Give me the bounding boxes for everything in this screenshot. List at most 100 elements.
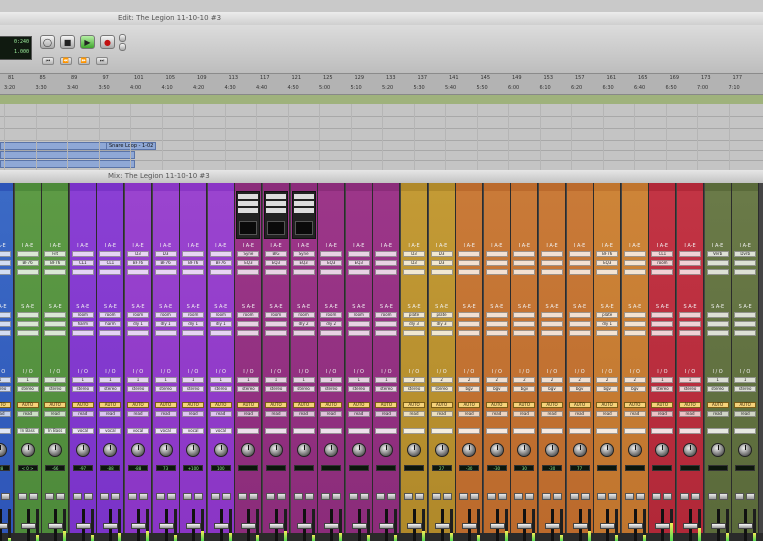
insert-slot[interactable]: D3 xyxy=(127,251,149,257)
send-slot[interactable] xyxy=(623,330,646,336)
send-slot[interactable]: harm xyxy=(99,321,122,327)
send-slot[interactable] xyxy=(651,321,674,327)
volume-fader[interactable] xyxy=(710,523,726,529)
send-slot[interactable] xyxy=(458,312,481,318)
solo-button[interactable] xyxy=(45,493,55,500)
channel-strip[interactable]: I A-E EQ3 S A-E room I / O 1 stereo AUTO read xyxy=(345,183,373,541)
insert-slot[interactable] xyxy=(706,260,729,266)
insert-slot[interactable] xyxy=(127,269,149,275)
send-slot[interactable] xyxy=(679,321,701,327)
pan-knob[interactable] xyxy=(738,443,753,457)
send-slot[interactable] xyxy=(320,330,343,336)
pan-knob[interactable] xyxy=(48,443,63,457)
track-color-bar[interactable] xyxy=(207,183,234,191)
volume-fader[interactable] xyxy=(269,523,284,529)
pan-knob[interactable] xyxy=(517,443,532,457)
insert-slot[interactable]: D3 xyxy=(403,251,425,257)
volume-fader[interactable] xyxy=(48,523,64,529)
insert-slot[interactable]: room xyxy=(651,260,674,266)
mute-button[interactable] xyxy=(111,493,121,500)
insert-slot[interactable] xyxy=(734,269,757,275)
send-slot[interactable] xyxy=(651,312,674,318)
fast-forward-button[interactable]: ⏩ xyxy=(78,57,90,65)
insert-slot[interactable]: BIG xyxy=(265,251,287,257)
go-to-end-button[interactable]: ⏭ xyxy=(96,57,108,65)
insert-slot[interactable] xyxy=(347,269,370,275)
track-color-bar[interactable] xyxy=(318,183,345,191)
solo-button[interactable] xyxy=(404,493,413,500)
send-slot[interactable]: dly 1 xyxy=(182,321,205,327)
input-selector[interactable]: 1 xyxy=(44,377,67,383)
channel-strip[interactable]: I A-E S A-E I / O 2 bgv AUTO read -30 xyxy=(539,183,566,541)
automation-mode-selector[interactable]: read xyxy=(320,411,343,417)
output-selector[interactable]: stereo xyxy=(127,386,149,392)
insert-slot[interactable] xyxy=(623,269,646,275)
insert-slot[interactable]: BF76 xyxy=(209,260,232,266)
track-color-bar[interactable] xyxy=(401,183,427,191)
output-selector[interactable]: stereo xyxy=(209,386,232,392)
send-slot[interactable] xyxy=(651,330,674,336)
input-selector[interactable]: 1 xyxy=(651,377,674,383)
insert-slot[interactable] xyxy=(679,251,701,257)
track-color-bar[interactable] xyxy=(42,183,69,191)
input-selector[interactable]: 1 xyxy=(237,377,260,383)
insert-slot[interactable] xyxy=(154,269,177,275)
group-selector[interactable] xyxy=(237,428,260,434)
group-selector[interactable] xyxy=(0,428,11,434)
main-counter[interactable]: 0:240 1.000 xyxy=(0,36,32,60)
send-slot[interactable] xyxy=(458,330,481,336)
pan-knob[interactable] xyxy=(324,443,339,457)
insert-slot[interactable] xyxy=(485,251,508,257)
send-slot[interactable] xyxy=(209,330,232,336)
solo-button[interactable] xyxy=(238,493,248,500)
plugin-preset[interactable] xyxy=(238,201,259,206)
pan-knob[interactable] xyxy=(710,443,725,457)
pan-knob[interactable] xyxy=(683,443,697,457)
output-selector[interactable]: stereo xyxy=(430,386,453,392)
mute-button[interactable] xyxy=(166,493,176,500)
channel-strip[interactable]: I A-E S A-E I / O 1 stereo AUTO read -88 xyxy=(0,183,14,541)
volume-fader[interactable] xyxy=(434,523,450,529)
send-slot[interactable] xyxy=(706,321,729,327)
send-slot[interactable] xyxy=(623,321,646,327)
mute-button[interactable] xyxy=(580,493,590,500)
insert-slot[interactable] xyxy=(182,251,205,257)
channel-strip[interactable]: I A-E S A-E I / O 2 bgv AUTO read 30 xyxy=(511,183,539,541)
pan-knob[interactable] xyxy=(462,443,477,457)
automation-mode-selector[interactable]: read xyxy=(154,411,177,417)
volume-fader[interactable] xyxy=(75,523,91,529)
input-selector[interactable]: 1 xyxy=(154,377,177,383)
solo-button[interactable] xyxy=(266,493,275,500)
automation-mode-selector[interactable]: read xyxy=(237,411,260,417)
volume-fader[interactable] xyxy=(186,523,202,529)
mute-button[interactable] xyxy=(83,493,93,500)
plugin-mini-window[interactable] xyxy=(291,191,316,239)
pan-knob[interactable] xyxy=(379,443,394,457)
insert-slot[interactable] xyxy=(182,269,205,275)
send-slot[interactable] xyxy=(485,321,508,327)
solo-button[interactable] xyxy=(652,493,662,500)
send-slot[interactable] xyxy=(16,330,39,336)
channel-strip[interactable]: I A-E S A-E I / O 2 bgv AUTO read 77 xyxy=(566,183,594,541)
insert-slot[interactable]: D3 xyxy=(403,260,425,266)
mute-button[interactable] xyxy=(304,493,314,500)
volume-fader[interactable] xyxy=(351,523,367,529)
insert-slot[interactable]: BF76 xyxy=(127,260,149,266)
insert-slot[interactable] xyxy=(623,251,646,257)
track-color-bar[interactable] xyxy=(69,183,96,191)
send-slot[interactable]: room xyxy=(154,312,177,318)
volume-fader[interactable] xyxy=(103,523,119,529)
mute-button[interactable] xyxy=(249,493,259,500)
insert-slot[interactable]: Filt xyxy=(44,251,67,257)
mute-button[interactable] xyxy=(387,493,397,500)
track-color-bar[interactable] xyxy=(621,183,648,191)
track-color-bar[interactable] xyxy=(263,183,289,191)
insert-slot[interactable] xyxy=(237,269,260,275)
automation-mode-selector[interactable]: read xyxy=(209,411,232,417)
pan-knob[interactable] xyxy=(407,443,421,457)
group-selector[interactable] xyxy=(347,428,370,434)
insert-slot[interactable] xyxy=(485,269,508,275)
input-selector[interactable]: 1 xyxy=(265,377,287,383)
mute-button[interactable] xyxy=(470,493,480,500)
pan-knob[interactable] xyxy=(269,443,283,457)
